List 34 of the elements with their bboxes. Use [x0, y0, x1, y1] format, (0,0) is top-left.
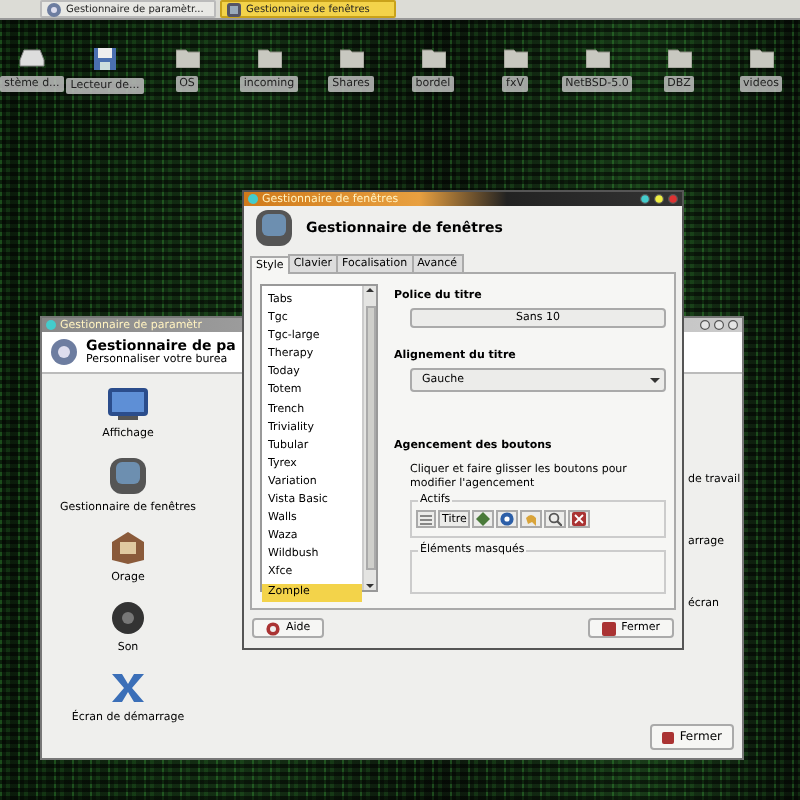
layout-button[interactable]	[496, 510, 519, 529]
window-icon[interactable]	[108, 456, 148, 496]
drive-icon[interactable]	[18, 48, 46, 68]
monitor-icon[interactable]	[106, 386, 150, 422]
window-icon	[254, 208, 294, 248]
layout-button[interactable]	[416, 510, 436, 529]
search-icon	[548, 512, 563, 527]
layout-button[interactable]	[472, 510, 495, 529]
arrow-icon	[524, 512, 539, 527]
window-menu-icon	[46, 320, 56, 330]
box-icon[interactable]	[108, 530, 148, 566]
window-icon	[226, 1, 242, 17]
folder-icon[interactable]	[585, 48, 609, 68]
gear-icon	[50, 338, 78, 366]
window-menu-icon	[248, 194, 258, 204]
folder-icon[interactable]	[749, 48, 773, 68]
folder-icon[interactable]	[503, 48, 527, 68]
speaker-icon[interactable]	[110, 600, 146, 636]
folder-icon[interactable]	[339, 48, 363, 68]
folder-icon[interactable]	[421, 48, 445, 68]
caret-up-icon	[366, 286, 374, 294]
circle-icon	[500, 512, 515, 527]
layout-button[interactable]	[568, 510, 591, 529]
folder-icon[interactable]	[667, 48, 691, 68]
gear-icon	[46, 1, 62, 17]
folder-icon[interactable]	[257, 48, 281, 68]
layout-button[interactable]	[544, 510, 567, 529]
folder-icon[interactable]	[175, 48, 199, 68]
scrollbar[interactable]	[362, 286, 376, 590]
diamond-icon	[476, 512, 491, 527]
lines-icon	[420, 513, 432, 526]
floppy-icon[interactable]	[94, 48, 116, 70]
caret-down-icon	[366, 582, 374, 590]
x-icon[interactable]	[107, 670, 148, 706]
